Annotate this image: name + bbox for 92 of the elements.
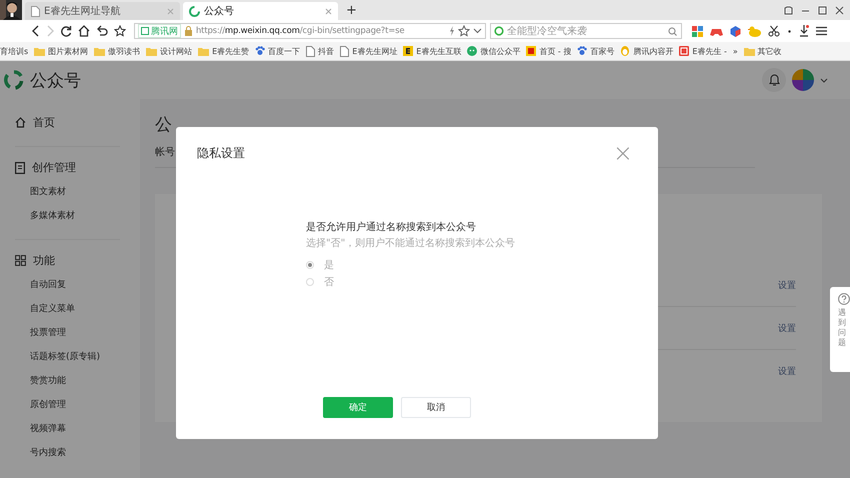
sidebar-section[interactable]: 首页 [15, 115, 120, 130]
penguin-icon [620, 46, 630, 56]
bookmark[interactable]: 傲羽读书 [94, 46, 140, 56]
chat-icon [467, 46, 478, 56]
bookmark[interactable]: 百度一下 [255, 46, 300, 56]
bookmark[interactable]: E睿先生网址 [340, 46, 398, 56]
bell-icon [768, 74, 780, 86]
sidebar-item[interactable]: 号内搜索 [15, 444, 120, 468]
address-bar[interactable]: 腾讯网 https://mp.weixin.qq.com/cgi-bin/settingpage?t=se [134, 23, 486, 39]
bookmark[interactable]: 育培训s [0, 46, 28, 56]
recycle-logo-icon [189, 6, 200, 16]
bookmark[interactable]: 抖音 [306, 46, 334, 56]
sidebar-item[interactable]: 图文素材 [15, 183, 120, 207]
paw-icon [255, 46, 266, 56]
logo-text: 公众号 [30, 70, 81, 92]
circle-logo-icon [494, 26, 504, 36]
search-field[interactable]: 全能型冷空气来袭 [490, 23, 682, 39]
site-badge: 腾讯网 [138, 24, 181, 38]
download-icon[interactable] [799, 25, 809, 37]
sidebar-section[interactable]: 创作管理 [15, 160, 120, 175]
bookmark[interactable]: 其它收 [744, 46, 782, 56]
hint-text: 选择"否"，则用户不能通过名称搜索到本公众号 [306, 236, 516, 250]
radio-button[interactable] [306, 261, 314, 269]
settings-link[interactable]: 设置 [778, 364, 796, 378]
sidebar-item[interactable]: 投票管理 [15, 324, 120, 348]
page-title: 公 [155, 114, 173, 137]
sidebar-item[interactable]: 赞赏功能 [15, 372, 120, 396]
lock-icon [184, 26, 193, 36]
bookmark[interactable]: 微信公众平 [467, 46, 520, 56]
lightning-icon[interactable] [449, 26, 455, 36]
cube-icon[interactable] [730, 26, 741, 36]
folder-icon [94, 46, 106, 56]
caret-icon[interactable] [787, 28, 792, 34]
home-icon[interactable] [78, 25, 90, 37]
folder-icon [146, 46, 158, 56]
new-tab-button[interactable]: + [346, 2, 357, 20]
caret-icon[interactable] [473, 28, 482, 34]
sidebar-item[interactable]: 自动回复 [15, 276, 120, 300]
question-text: 是否允许用户通过名称搜索到本公众号 [306, 220, 477, 234]
bookmark[interactable]: 图片素材网 [34, 46, 88, 56]
paw-icon [577, 46, 588, 56]
shirt-icon[interactable] [784, 6, 793, 14]
bookmark[interactable]: 首页 - 搜 [526, 46, 572, 56]
bookmark[interactable]: E睿先生 - [679, 46, 727, 56]
settings-link[interactable]: 设置 [778, 322, 796, 334]
sidebar-item[interactable]: 原创管理 [15, 396, 120, 420]
square-icon [679, 46, 690, 56]
help-icon [838, 293, 850, 305]
sidebar-item[interactable]: 视频弹幕 [15, 420, 120, 444]
help-panel[interactable]: 遇到问题 [830, 287, 850, 372]
home-icon [15, 117, 26, 128]
avatar-icon[interactable] [792, 69, 814, 91]
radio-button[interactable] [306, 278, 314, 286]
sidebar-item[interactable]: 话题标签(原专辑) [15, 348, 120, 372]
help-text[interactable]: 遇到问题 [838, 308, 846, 348]
bookmark[interactable]: 设计网站 [146, 46, 192, 56]
star-icon[interactable] [114, 25, 126, 37]
search-icon[interactable] [668, 26, 677, 36]
browser-tab[interactable]: E睿先生网址导航 [25, 2, 180, 20]
page-icon [31, 6, 40, 16]
browser-tab[interactable]: 公众号 [183, 2, 338, 20]
logo-icon [4, 70, 24, 90]
bookmark[interactable]: » [732, 46, 738, 56]
bookmark[interactable]: 百家号 [577, 46, 614, 56]
undo-icon[interactable] [96, 25, 108, 37]
folder-icon [744, 46, 755, 56]
sidebar-section[interactable]: 功能 [15, 253, 120, 268]
grid-icon [15, 255, 26, 266]
page-icon [340, 46, 350, 56]
folder-icon [34, 46, 46, 56]
bookmark[interactable]: E睿先生互联 [403, 46, 462, 56]
page-icon [306, 46, 316, 56]
close-icon[interactable] [835, 6, 844, 14]
url-text: https://mp.weixin.qq.com/cgi-bin/settingpage?t=se [196, 26, 406, 36]
scissors-icon[interactable] [768, 25, 780, 37]
folder-icon [198, 46, 210, 56]
document-icon [15, 162, 25, 174]
settings-link[interactable]: 设置 [778, 278, 796, 292]
cancel-button[interactable]: 取消 [401, 397, 471, 418]
bookmark[interactable]: E睿先生赞 [198, 46, 250, 56]
menu-icon[interactable] [816, 26, 827, 36]
sidebar-item[interactable]: 自定义菜单 [15, 300, 120, 324]
sidebar-item[interactable]: 多媒体素材 [15, 207, 120, 231]
bookmark[interactable]: 腾讯内容开 [620, 46, 674, 56]
e-logo-icon [403, 46, 414, 56]
back-icon[interactable] [32, 25, 40, 37]
maximize-icon[interactable] [818, 6, 827, 14]
reload-icon[interactable] [60, 25, 72, 37]
star-icon[interactable] [458, 25, 470, 37]
apps-icon[interactable] [692, 26, 703, 36]
notification-button[interactable] [762, 68, 786, 92]
dialog-title: 隐私设置 [197, 144, 245, 162]
